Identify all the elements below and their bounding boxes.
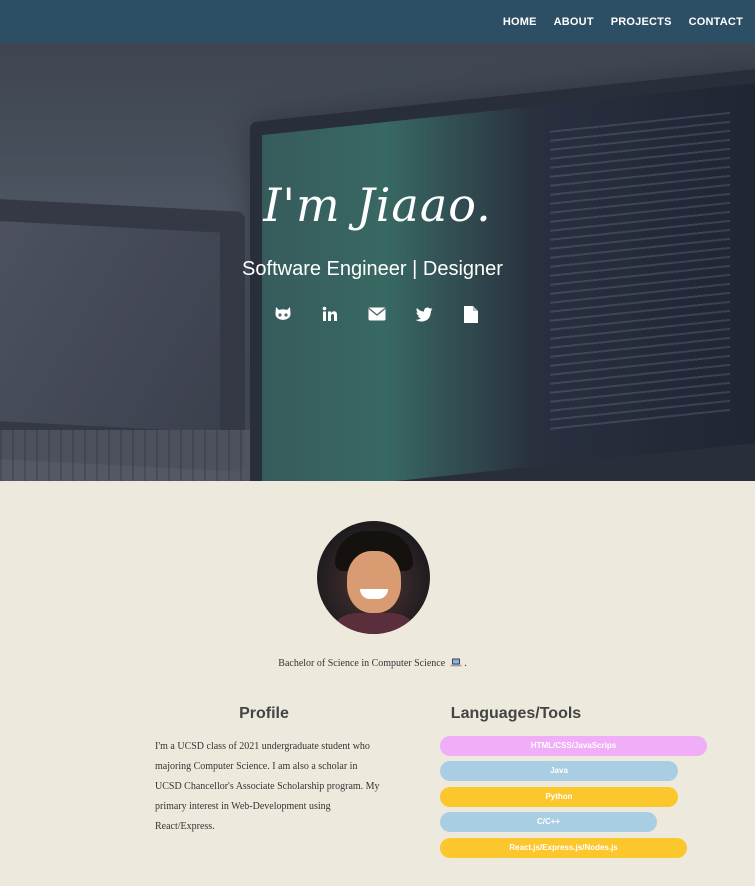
about-section: Bachelor of Science in Computer Science …: [0, 481, 755, 886]
tool-bar-c-cpp: C/C++: [440, 812, 657, 832]
profile-text: I'm a UCSD class of 2021 undergraduate s…: [155, 741, 380, 832]
nav-about[interactable]: ABOUT: [554, 16, 594, 28]
tool-bar-python: Python: [440, 787, 678, 807]
tool-bar-html-css-js: HTML/CSS/JavaScrips: [440, 736, 707, 756]
hero-content: I'm Jiaao. Software Engineer | Designer: [0, 0, 755, 481]
hero-subtitle: Software Engineer | Designer: [242, 258, 503, 280]
tool-bar-java: Java: [440, 761, 678, 781]
file-icon[interactable]: [461, 303, 481, 325]
avatar-face: [347, 551, 401, 613]
navbar: HOME ABOUT PROJECTS CONTACT: [0, 0, 755, 43]
envelope-icon[interactable]: [367, 303, 387, 325]
degree-suffix: .: [464, 658, 467, 669]
hero-title: I'm Jiaao.: [263, 178, 492, 232]
tool-bar-react-express-node: React.js/Express.js/Nodes.js: [440, 838, 687, 858]
degree-text: Bachelor of Science in Computer Science …: [0, 658, 745, 669]
linkedin-icon[interactable]: [320, 303, 340, 325]
tools-heading: Languages/Tools: [450, 705, 582, 722]
laptop-icon: [450, 658, 462, 667]
avatar: [317, 521, 430, 634]
nav-projects[interactable]: PROJECTS: [611, 16, 672, 28]
degree-label: Bachelor of Science in Computer Science: [278, 658, 446, 669]
profile-heading: Profile: [239, 705, 289, 722]
twitter-icon[interactable]: [414, 303, 434, 325]
nav-home[interactable]: HOME: [503, 16, 537, 28]
social-links: [0, 303, 755, 325]
avatar-shirt: [327, 613, 421, 634]
nav-contact[interactable]: CONTACT: [689, 16, 743, 28]
github-icon[interactable]: [273, 303, 293, 325]
